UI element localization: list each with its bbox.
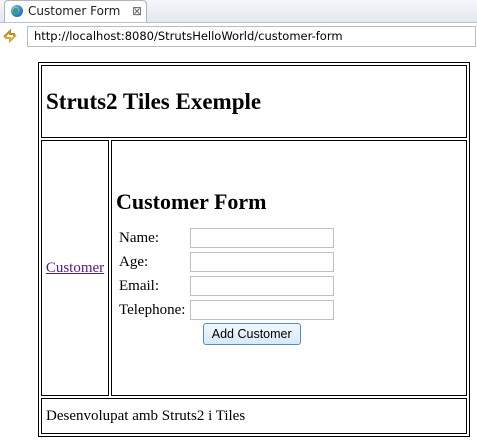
age-label: Age: bbox=[119, 253, 149, 270]
close-tab-icon[interactable]: ⊠ bbox=[132, 3, 142, 19]
telephone-label: Telephone: bbox=[119, 301, 186, 318]
globe-icon bbox=[11, 5, 23, 17]
site-title: Struts2 Tiles Exemple bbox=[46, 88, 262, 114]
add-customer-button[interactable]: Add Customer bbox=[202, 323, 301, 345]
url-input[interactable]: http://localhost:8080/StrutsHelloWorld/c… bbox=[27, 26, 476, 47]
form-row-name: Name: bbox=[118, 227, 335, 249]
body-cell: Customer Form Name: Age: Email: Telephon… bbox=[111, 140, 467, 396]
page-content: Struts2 Tiles Exemple Customer Customer … bbox=[0, 50, 477, 443]
menu-cell: Customer bbox=[41, 140, 109, 396]
go-arrows-icon[interactable] bbox=[2, 28, 18, 44]
browser-tab[interactable]: Customer Form ⊠ bbox=[4, 0, 147, 22]
address-bar-row: http://localhost:8080/StrutsHelloWorld/c… bbox=[0, 23, 477, 50]
footer-cell: Desenvolupat amb Struts2 i Tiles bbox=[41, 398, 467, 434]
form-row-submit: Add Customer bbox=[118, 323, 335, 345]
customer-form: Name: Age: Email: Telephone: Add Custome… bbox=[116, 225, 337, 347]
form-title: Customer Form bbox=[116, 189, 267, 214]
tab-title: Customer Form bbox=[28, 4, 121, 18]
editor-tab-strip: Customer Form ⊠ bbox=[0, 0, 477, 23]
tiles-layout-table: Struts2 Tiles Exemple Customer Customer … bbox=[38, 62, 470, 437]
form-row-email: Email: bbox=[118, 275, 335, 297]
name-field[interactable] bbox=[190, 228, 335, 248]
email-field[interactable] bbox=[190, 276, 335, 296]
url-text: http://localhost:8080/StrutsHelloWorld/c… bbox=[34, 29, 343, 43]
age-field[interactable] bbox=[190, 252, 335, 272]
email-label: Email: bbox=[119, 277, 159, 294]
header-cell: Struts2 Tiles Exemple bbox=[41, 65, 467, 138]
form-row-age: Age: bbox=[118, 251, 335, 273]
telephone-field[interactable] bbox=[190, 300, 335, 320]
form-row-telephone: Telephone: bbox=[118, 299, 335, 321]
customer-menu-link[interactable]: Customer bbox=[46, 260, 104, 276]
name-label: Name: bbox=[119, 229, 159, 246]
